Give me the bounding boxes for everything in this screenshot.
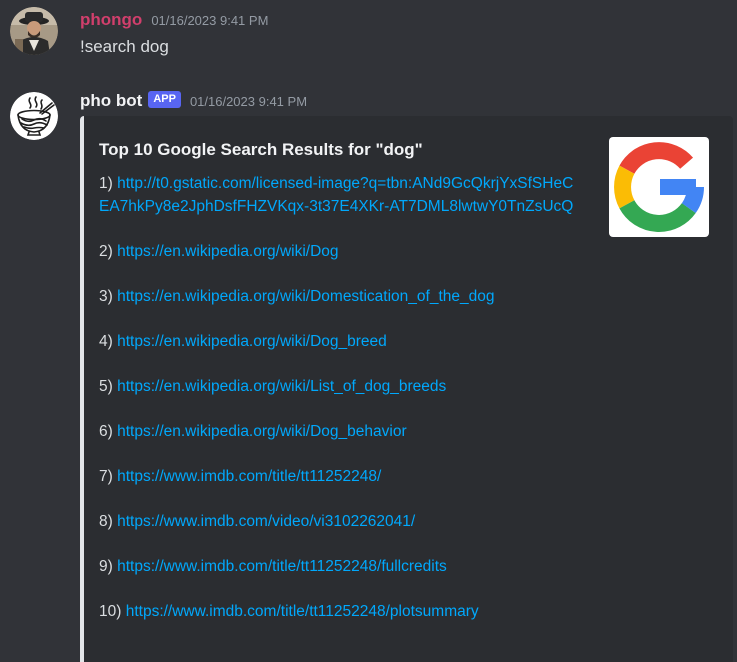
result-index: 8) bbox=[99, 512, 113, 530]
noodle-bowl-icon bbox=[10, 92, 58, 140]
result-item: 1) http://t0.gstatic.com/licensed-image?… bbox=[99, 173, 579, 218]
message-pho-bot: pho bot APP 01/16/2023 9:41 PM Top 10 Go… bbox=[0, 80, 737, 662]
message-header: pho bot APP 01/16/2023 9:41 PM bbox=[80, 90, 308, 111]
app-badge: APP bbox=[148, 90, 181, 108]
result-item: 3) https://en.wikipedia.org/wiki/Domesti… bbox=[99, 286, 579, 309]
google-logo-icon bbox=[614, 142, 705, 232]
result-item: 5) https://en.wikipedia.org/wiki/List_of… bbox=[99, 376, 579, 399]
result-index: 7) bbox=[99, 467, 113, 485]
result-link[interactable]: https://www.imdb.com/video/vi3102262041/ bbox=[117, 513, 415, 530]
result-link[interactable]: https://www.imdb.com/title/tt11252248/pl… bbox=[126, 603, 479, 620]
message-content: !search dog bbox=[80, 37, 169, 56]
results-list: 1) http://t0.gstatic.com/licensed-image?… bbox=[99, 173, 579, 646]
result-item: 2) https://en.wikipedia.org/wiki/Dog bbox=[99, 241, 579, 264]
result-index: 10) bbox=[99, 602, 122, 620]
result-index: 1) bbox=[99, 175, 113, 192]
result-item: 4) https://en.wikipedia.org/wiki/Dog_bre… bbox=[99, 331, 579, 354]
result-link[interactable]: https://en.wikipedia.org/wiki/List_of_do… bbox=[117, 378, 446, 395]
embed-thumbnail[interactable] bbox=[609, 137, 709, 237]
result-link[interactable]: https://en.wikipedia.org/wiki/Domesticat… bbox=[117, 288, 494, 305]
result-link[interactable]: https://en.wikipedia.org/wiki/Dog bbox=[117, 243, 338, 260]
result-item: 10) https://www.imdb.com/title/tt1125224… bbox=[99, 601, 579, 624]
timestamp: 01/16/2023 9:41 PM bbox=[151, 12, 269, 28]
result-index: 9) bbox=[99, 557, 113, 575]
user-avatar[interactable] bbox=[10, 7, 58, 55]
result-index: 4) bbox=[99, 332, 113, 350]
result-index: 6) bbox=[99, 422, 113, 440]
result-link[interactable]: https://en.wikipedia.org/wiki/Dog_breed bbox=[117, 333, 387, 350]
result-item: 7) https://www.imdb.com/title/tt11252248… bbox=[99, 466, 579, 489]
search-results-embed: Top 10 Google Search Results for "dog" 1… bbox=[80, 116, 733, 662]
result-index: 2) bbox=[99, 242, 113, 260]
result-index: 5) bbox=[99, 377, 113, 395]
result-item: 9) https://www.imdb.com/title/tt11252248… bbox=[99, 556, 579, 579]
username[interactable]: phongo bbox=[80, 10, 142, 30]
result-link[interactable]: https://en.wikipedia.org/wiki/Dog_behavi… bbox=[117, 423, 407, 440]
result-item: 8) https://www.imdb.com/video/vi31022620… bbox=[99, 511, 579, 534]
result-item: 6) https://en.wikipedia.org/wiki/Dog_beh… bbox=[99, 421, 579, 444]
bot-noodle-bowl-avatar[interactable] bbox=[10, 92, 58, 140]
user-avatar-image bbox=[10, 7, 58, 55]
result-link[interactable]: https://www.imdb.com/title/tt11252248/ bbox=[117, 468, 381, 485]
embed-title: Top 10 Google Search Results for "dog" bbox=[99, 140, 423, 159]
result-link[interactable]: https://www.imdb.com/title/tt11252248/fu… bbox=[117, 558, 447, 575]
result-link[interactable]: http://t0.gstatic.com/licensed-image?q=t… bbox=[99, 175, 573, 215]
timestamp: 01/16/2023 9:41 PM bbox=[189, 93, 308, 109]
message-header: phongo 01/16/2023 9:41 PM bbox=[80, 10, 268, 30]
username[interactable]: pho bot bbox=[80, 91, 142, 111]
chat-view: phongo 01/16/2023 9:41 PM !search dog ph… bbox=[0, 0, 737, 662]
result-index: 3) bbox=[99, 287, 113, 305]
message-phongo: phongo 01/16/2023 9:41 PM !search dog bbox=[0, 0, 737, 80]
